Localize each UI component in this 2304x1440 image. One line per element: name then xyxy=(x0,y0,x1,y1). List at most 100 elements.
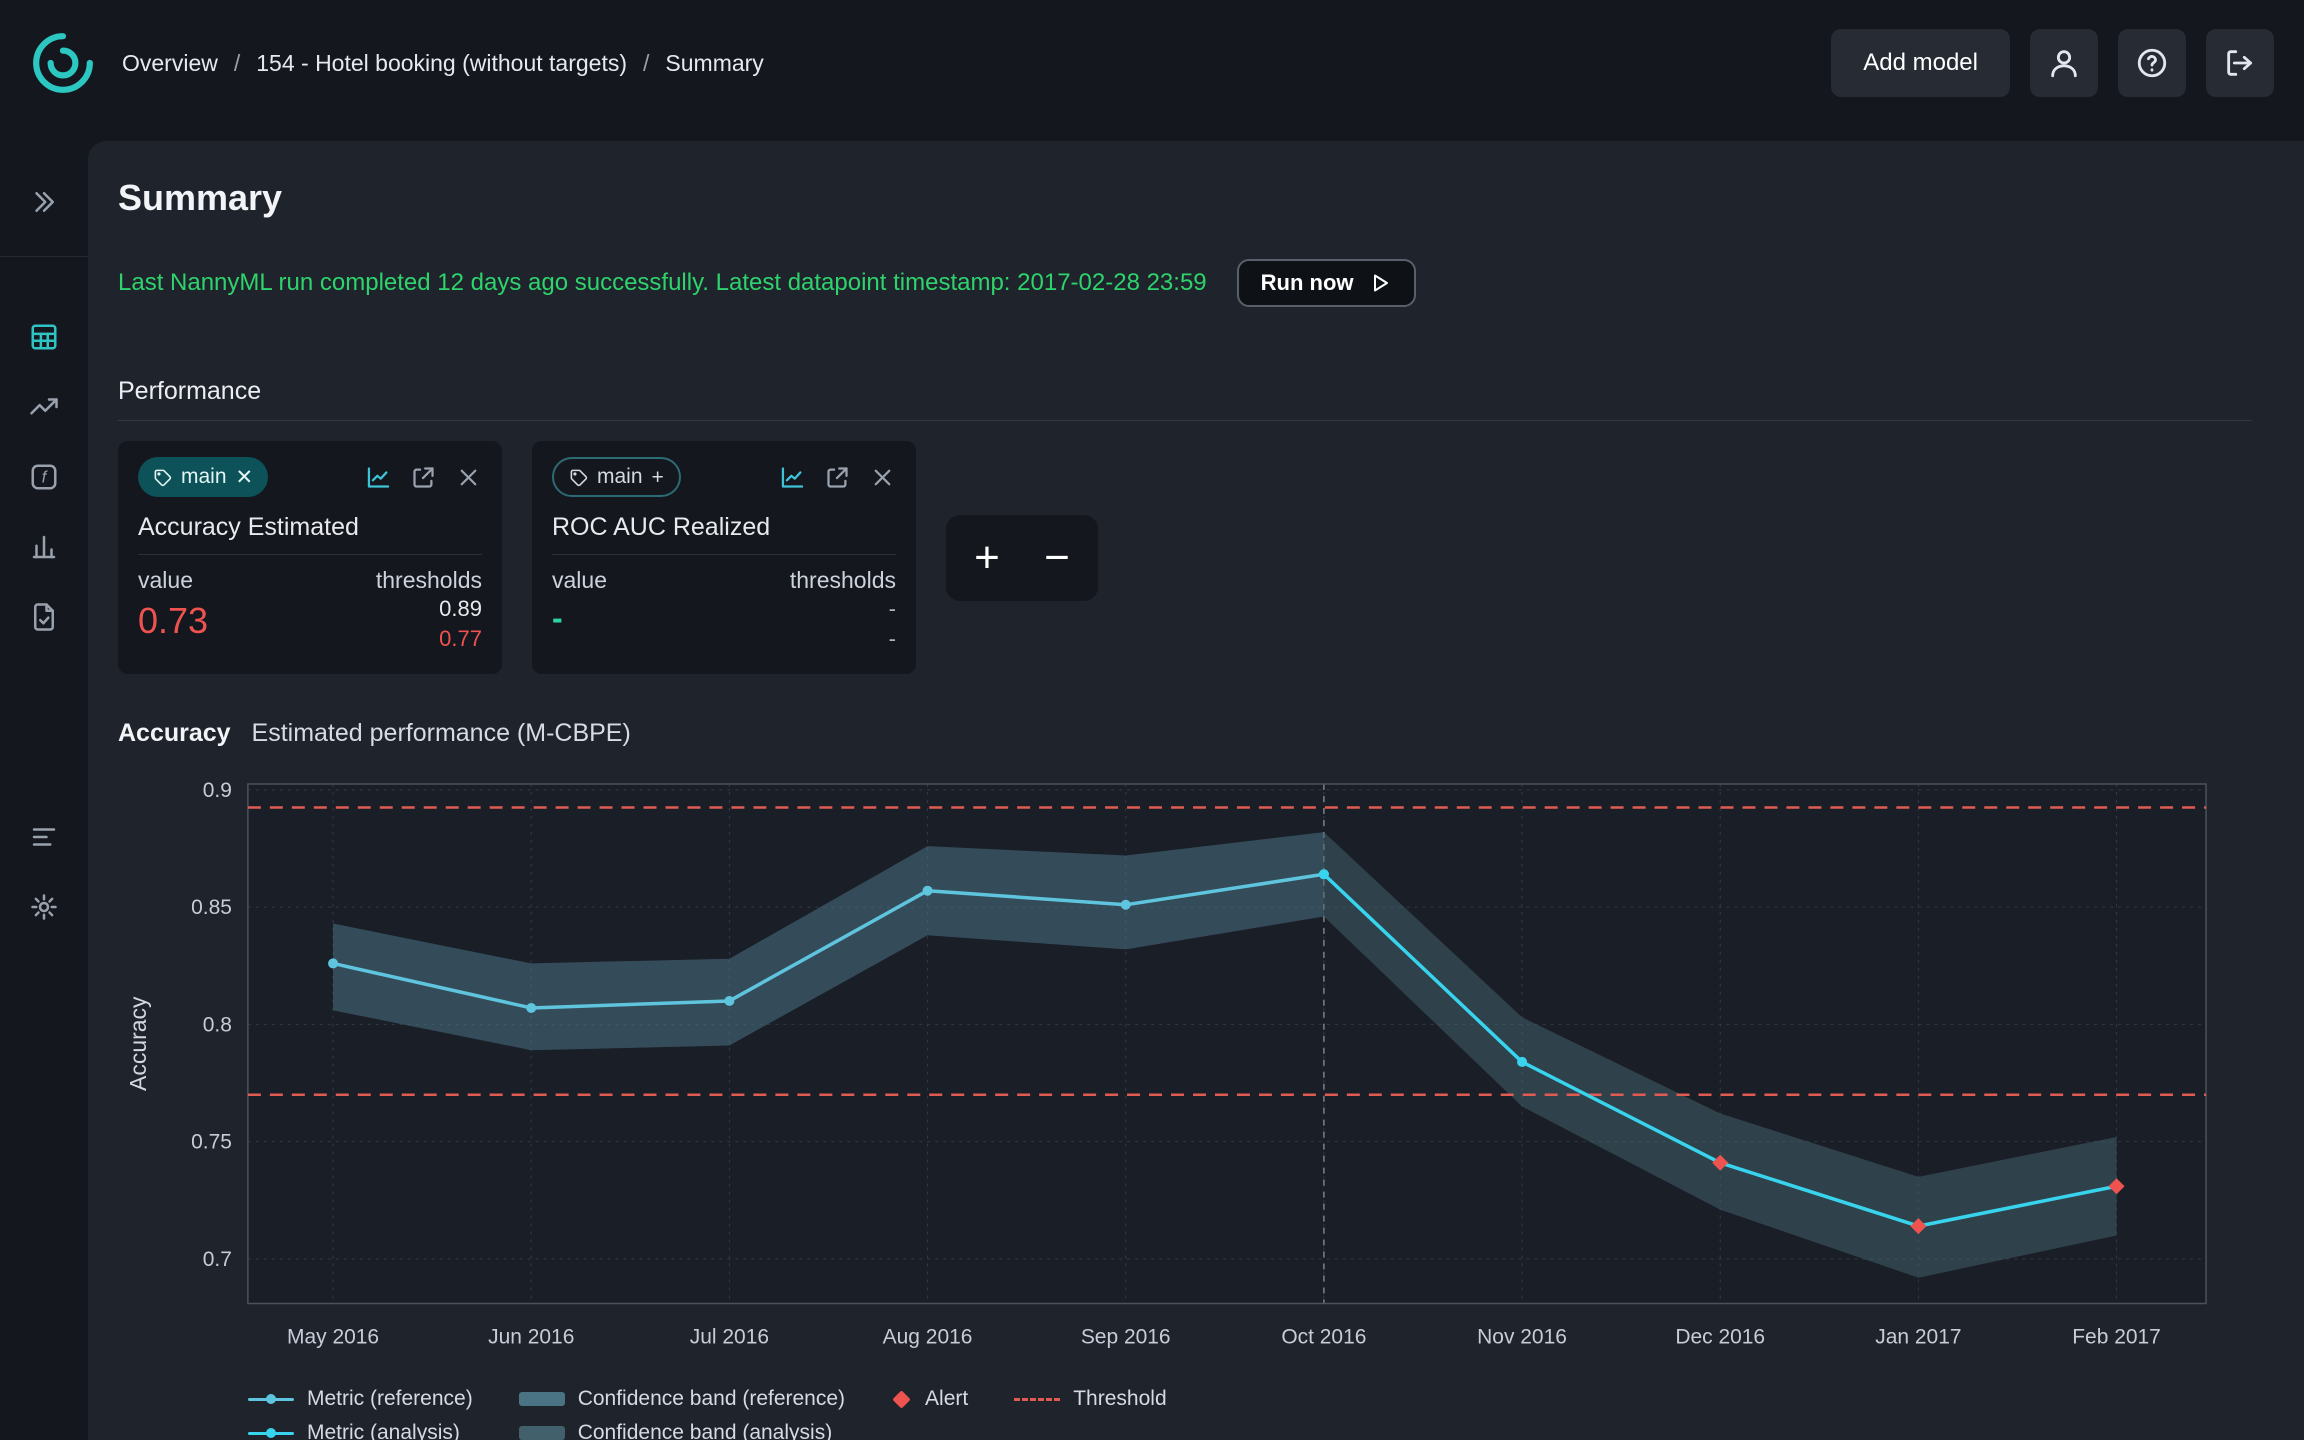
add-tag-icon[interactable]: + xyxy=(652,467,664,488)
tag-icon xyxy=(153,468,172,487)
sidebar-item-model-list[interactable] xyxy=(16,809,72,865)
breadcrumb-model[interactable]: 154 - Hotel booking (without targets) xyxy=(256,50,627,77)
chart-preview-icon[interactable] xyxy=(779,464,806,491)
thresholds-label: thresholds xyxy=(376,567,482,594)
svg-text:0.85: 0.85 xyxy=(191,896,232,919)
sidebar-nav-lower xyxy=(16,809,72,949)
performance-section-title: Performance xyxy=(118,377,2252,421)
legend-item-metric-analysis[interactable]: Metric (analysis) xyxy=(248,1421,473,1440)
thresholds-column: thresholds 0.89 0.77 xyxy=(376,567,482,654)
top-bar: Overview / 154 - Hotel booking (without … xyxy=(0,0,2304,126)
nannyml-logo[interactable] xyxy=(30,30,96,96)
chart-preview-icon[interactable] xyxy=(365,464,392,491)
svg-text:0.7: 0.7 xyxy=(203,1248,232,1271)
remove-metric-button[interactable]: − xyxy=(1030,523,1084,593)
chart-metric-name: Accuracy xyxy=(118,719,231,747)
add-metric-button[interactable]: + xyxy=(960,523,1014,593)
gear-icon xyxy=(29,892,59,922)
sidebar-item-concept-shift[interactable]: f xyxy=(16,449,72,505)
upper-threshold: 0.89 xyxy=(376,594,482,624)
metric-value: 0.73 xyxy=(138,600,208,642)
legend-item-band-reference[interactable]: Confidence band (reference) xyxy=(519,1387,845,1411)
breadcrumb-separator: / xyxy=(643,50,649,77)
sidebar-item-data-quality[interactable] xyxy=(16,589,72,645)
band-analysis-swatch xyxy=(519,1426,565,1440)
svg-text:May 2016: May 2016 xyxy=(287,1325,379,1348)
legend-item-threshold[interactable]: Threshold xyxy=(1014,1387,1166,1411)
thresholds-column: thresholds - - xyxy=(790,567,896,654)
sidebar-top xyxy=(0,174,88,257)
legend-label: Metric (analysis) xyxy=(307,1421,460,1440)
svg-text:Dec 2016: Dec 2016 xyxy=(1675,1325,1765,1348)
status-row: Last NannyML run completed 12 days ago s… xyxy=(118,259,2252,307)
user-icon xyxy=(2047,46,2081,80)
svg-text:f: f xyxy=(42,469,48,487)
breadcrumb-overview[interactable]: Overview xyxy=(122,50,218,77)
run-now-label: Run now xyxy=(1261,270,1354,296)
close-icon[interactable] xyxy=(869,464,896,491)
svg-text:Sep 2016: Sep 2016 xyxy=(1081,1325,1171,1348)
sidebar: f xyxy=(0,126,88,1440)
tag-chip-main[interactable]: main ✕ xyxy=(138,457,268,497)
legend-label: Alert xyxy=(925,1387,968,1411)
logout-button[interactable] xyxy=(2206,29,2274,97)
svg-text:0.8: 0.8 xyxy=(203,1013,232,1036)
performance-chart[interactable]: 0.70.750.80.850.9May 2016Jun 2016Jul 201… xyxy=(118,772,2252,1371)
lower-threshold: 0.77 xyxy=(376,624,482,654)
sidebar-item-settings[interactable] xyxy=(16,879,72,935)
bar-chart-icon xyxy=(29,532,59,562)
svg-text:Feb 2017: Feb 2017 xyxy=(2072,1325,2161,1348)
user-button[interactable] xyxy=(2030,29,2098,97)
tag-chip-main[interactable]: main + xyxy=(552,457,681,497)
open-external-icon[interactable] xyxy=(410,464,437,491)
chart-title: Accuracy Estimated performance (M-CBPE) xyxy=(118,719,2252,748)
sidebar-expand-button[interactable] xyxy=(16,174,72,230)
run-now-button[interactable]: Run now xyxy=(1237,259,1416,307)
legend-item-alert[interactable]: Alert xyxy=(891,1387,968,1411)
metric-card-body: value 0.73 thresholds 0.89 0.77 xyxy=(138,567,482,654)
add-model-button[interactable]: Add model xyxy=(1831,29,2010,97)
card-actions xyxy=(779,464,896,491)
legend-label: Metric (reference) xyxy=(307,1387,473,1411)
function-icon: f xyxy=(29,462,59,492)
svg-text:Nov 2016: Nov 2016 xyxy=(1477,1325,1567,1348)
metric-cards-row: main ✕ Accuracy xyxy=(118,441,2252,674)
value-column: value 0.73 xyxy=(138,567,208,654)
file-check-icon xyxy=(29,602,59,632)
chevrons-right-icon xyxy=(29,187,59,217)
sidebar-item-performance[interactable] xyxy=(16,379,72,435)
threshold-dash-swatch xyxy=(1014,1398,1060,1401)
close-icon[interactable] xyxy=(455,464,482,491)
svg-text:Aug 2016: Aug 2016 xyxy=(883,1325,973,1348)
status-message: Last NannyML run completed 12 days ago s… xyxy=(118,269,1207,297)
open-external-icon[interactable] xyxy=(824,464,851,491)
play-icon xyxy=(1368,271,1392,295)
legend-item-metric-reference[interactable]: Metric (reference) xyxy=(248,1387,473,1411)
lower-threshold: - xyxy=(790,624,896,654)
metric-analysis-swatch xyxy=(248,1432,294,1435)
metric-card-title: ROC AUC Realized xyxy=(552,513,896,555)
value-label: value xyxy=(552,567,607,594)
tag-label: main xyxy=(181,465,227,489)
metric-add-remove-group: + − xyxy=(946,515,1098,601)
card-header: main ✕ xyxy=(138,457,482,497)
table-grid-icon xyxy=(29,322,59,352)
legend-label: Confidence band (analysis) xyxy=(578,1421,832,1440)
sidebar-item-summary[interactable] xyxy=(16,309,72,365)
header-actions: Add model xyxy=(1831,29,2274,97)
legend-item-band-analysis[interactable]: Confidence band (analysis) xyxy=(519,1421,845,1440)
card-actions xyxy=(365,464,482,491)
remove-tag-icon[interactable]: ✕ xyxy=(236,467,254,488)
metric-card-body: value - thresholds - - xyxy=(552,567,896,654)
upper-threshold: - xyxy=(790,594,896,624)
metric-card-title: Accuracy Estimated xyxy=(138,513,482,555)
legend-label: Confidence band (reference) xyxy=(578,1387,845,1411)
trending-up-icon xyxy=(29,392,59,422)
sidebar-item-distribution[interactable] xyxy=(16,519,72,575)
legend-label: Threshold xyxy=(1073,1387,1166,1411)
help-icon xyxy=(2135,46,2169,80)
page-title: Summary xyxy=(118,177,2252,219)
main-panel: Summary Last NannyML run completed 12 da… xyxy=(88,141,2304,1440)
breadcrumb: Overview / 154 - Hotel booking (without … xyxy=(122,50,764,77)
help-button[interactable] xyxy=(2118,29,2186,97)
